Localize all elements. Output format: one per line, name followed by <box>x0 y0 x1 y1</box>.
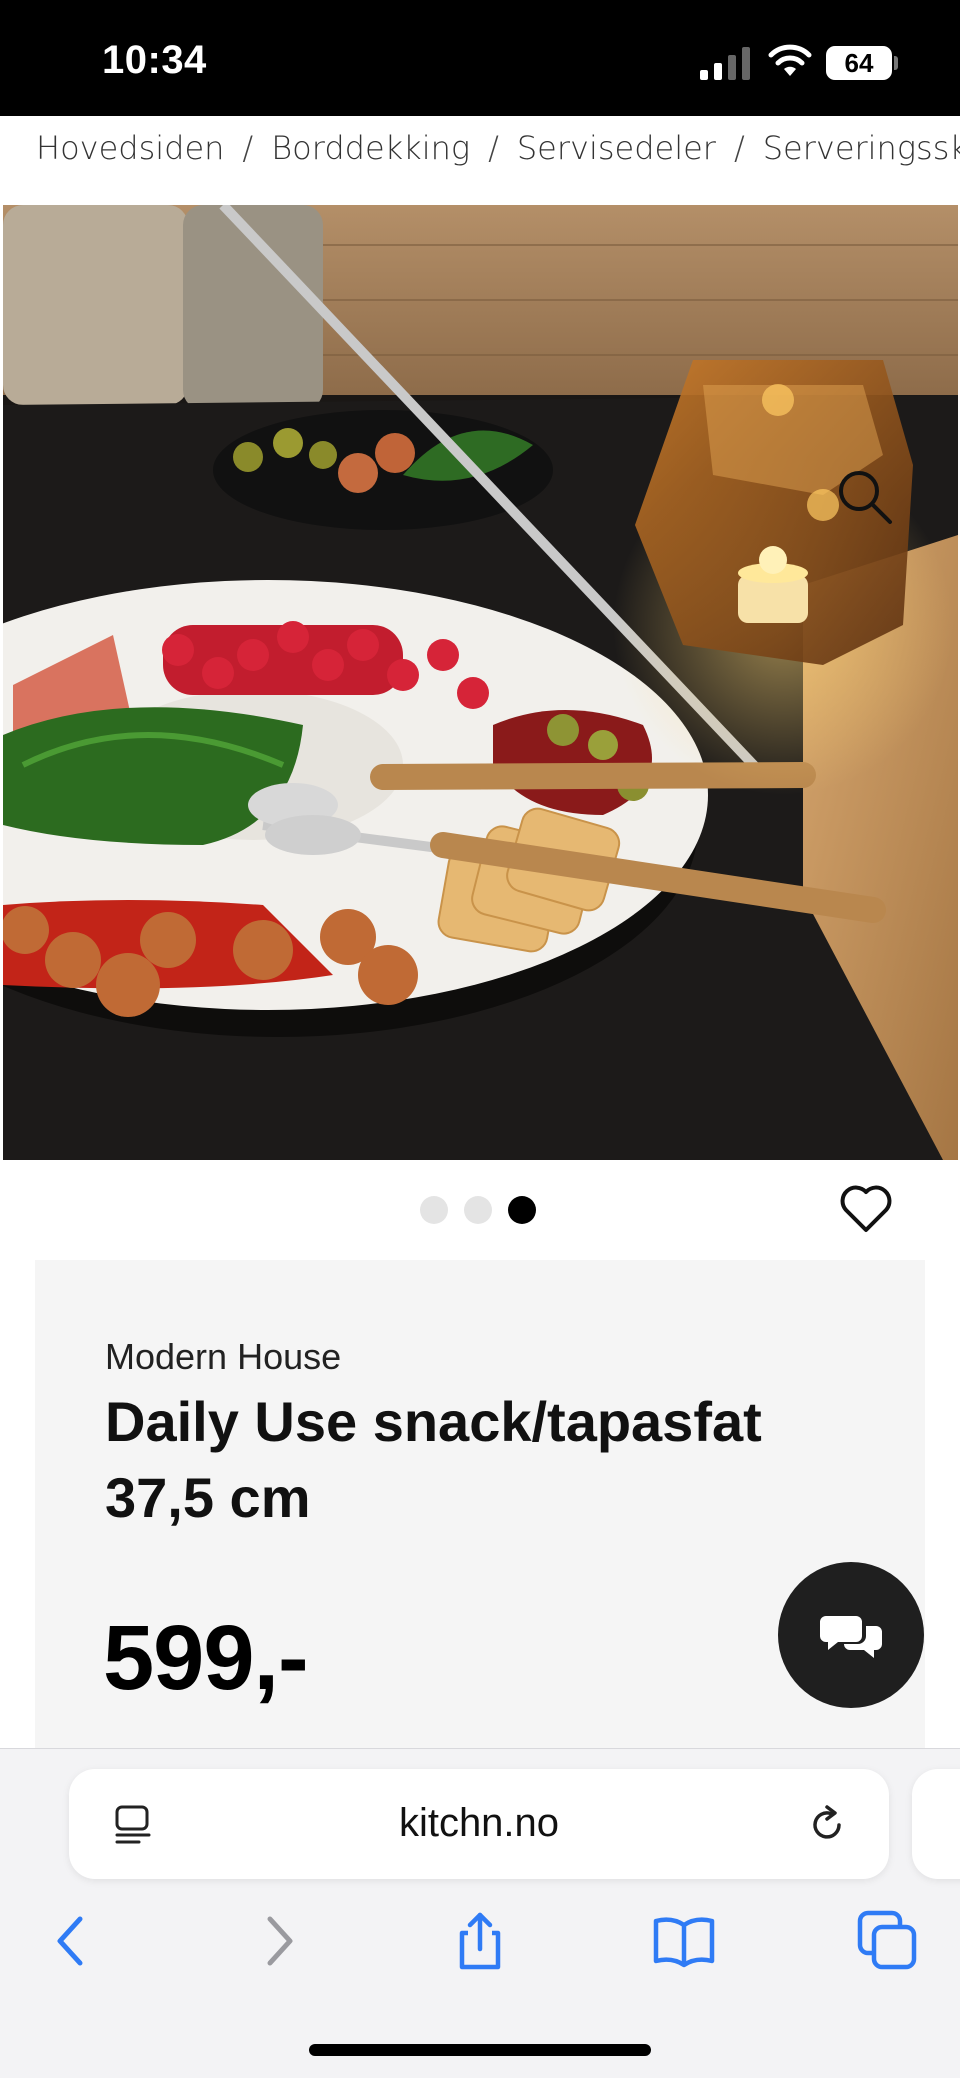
gallery-dot[interactable] <box>464 1196 492 1224</box>
chevron-right-icon[interactable] <box>246 1909 310 1973</box>
product-price: 599,- <box>103 1607 309 1709</box>
product-photo <box>3 205 958 1160</box>
chat-bubbles-icon <box>820 1616 882 1658</box>
search-icon[interactable] <box>835 467 895 527</box>
breadcrumb-home[interactable]: Hovedsiden <box>36 126 224 170</box>
cellular-signal-icon <box>700 47 750 80</box>
product-image[interactable] <box>3 205 958 1160</box>
battery-indicator: 64 <box>826 46 892 80</box>
url-text[interactable]: kitchn.no <box>69 1801 889 1846</box>
breadcrumb-borddekking[interactable]: Borddekking <box>271 126 470 170</box>
chat-button[interactable] <box>778 1562 924 1708</box>
heart-icon[interactable] <box>838 1180 894 1236</box>
gallery-dot[interactable] <box>420 1196 448 1224</box>
breadcrumb: Hovedsiden / Borddekking / Servisedeler / Serv… <box>36 126 960 186</box>
home-indicator[interactable] <box>309 2044 651 2056</box>
breadcrumb-separator: / <box>488 129 499 167</box>
status-bar: 10:34 64 <box>0 0 960 116</box>
status-time: 10:34 <box>102 38 207 82</box>
gallery-dot-active[interactable] <box>508 1196 536 1224</box>
share-icon[interactable] <box>448 1909 512 1973</box>
breadcrumb-separator: / <box>733 129 745 167</box>
gallery-pager <box>420 1196 536 1224</box>
wifi-icon <box>768 44 812 76</box>
product-brand[interactable]: Modern House <box>105 1336 341 1378</box>
browser-chrome: kitchn.no <box>0 1748 960 2078</box>
book-icon[interactable] <box>652 1909 716 1973</box>
breadcrumb-servisedeler[interactable]: Servisedeler <box>517 126 716 170</box>
chevron-left-icon[interactable] <box>40 1909 104 1973</box>
reload-icon[interactable] <box>805 1803 849 1847</box>
breadcrumb-separator: / <box>242 129 254 167</box>
breadcrumb-serveringsskal[interactable]: Serveringsskå <box>763 126 960 170</box>
address-bar[interactable]: kitchn.no <box>69 1769 889 1879</box>
battery-tip <box>894 56 898 70</box>
next-tab-peek[interactable] <box>912 1769 960 1879</box>
tabs-icon[interactable] <box>856 1909 920 1973</box>
product-title: Daily Use snack/tapasfat 37,5 cm <box>105 1390 762 1529</box>
product-info-card: Modern House Daily Use snack/tapasfat 37… <box>35 1260 925 1760</box>
browser-toolbar <box>0 1909 960 1989</box>
